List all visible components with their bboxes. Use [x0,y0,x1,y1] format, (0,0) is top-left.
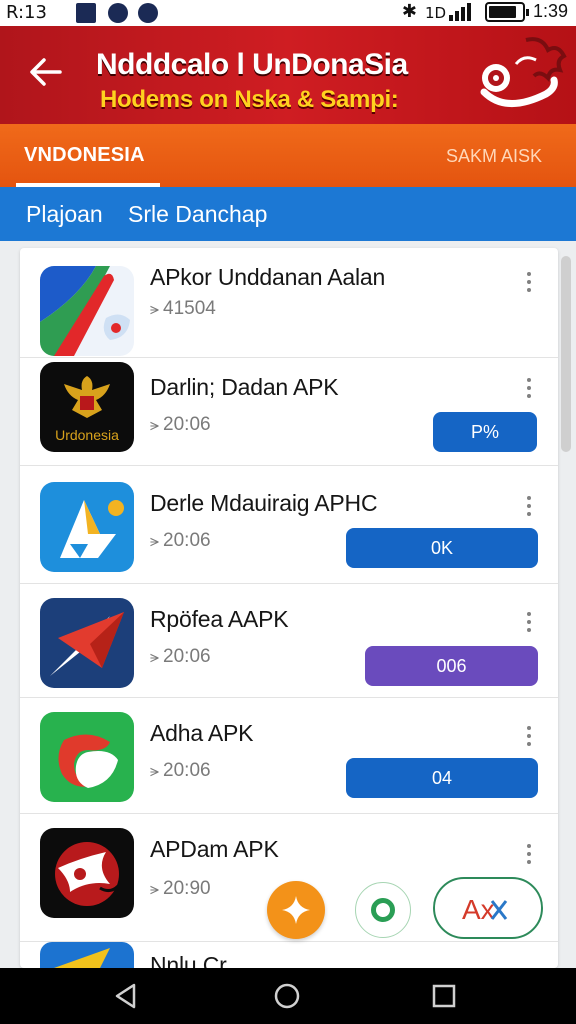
status-right: ✱ 1D 1:39 [402,1,568,22]
more-options-icon[interactable] [526,496,532,518]
blue-arrow-partial-icon [40,942,134,968]
app-meta: ⪫ 20:06 [150,530,211,551]
tag-icon: ⪫ [150,299,160,318]
purple-action-button[interactable]: 006 [365,646,538,686]
ring-icon [371,898,395,922]
notification-circle-icon [108,3,128,23]
star-icon [282,896,310,924]
list-item[interactable]: Adha APK ⪫ 20:06 04 [20,698,558,814]
blue-action-button[interactable]: 04 [346,758,538,798]
blue-triangle-app-icon [40,482,134,572]
tag-icon: ⪫ [150,415,160,434]
list-item[interactable]: APkor Unddanan Aalan ⪫ 41504 [20,248,558,358]
install-button[interactable]: P% [433,412,537,452]
app-meta: ⪫ 20:06 [150,414,211,435]
app-list: APkor Unddanan Aalan ⪫ 41504 Urdonesia Da… [20,248,558,968]
system-nav-bar [0,968,576,1024]
app-name: Adha APK [150,720,254,746]
more-options-icon[interactable] [526,844,532,866]
red-arrow-blue-app-icon [40,266,134,356]
star-fab-button[interactable] [267,881,325,939]
garuda-indonesia-icon: Urdonesia [40,362,134,452]
banner-subtitle: Hodems on Nska & Sampi: [100,86,399,113]
nav-back-icon[interactable] [112,982,140,1010]
list-item[interactable]: Nnlu Cr [20,942,558,968]
bluetooth-icon: ✱ [401,1,417,21]
tag-icon: ⪫ [150,647,160,666]
banner-title: Ndddcalo l UnDonaSia [96,48,408,81]
notification-check-icon [138,3,158,23]
status-left-text: R:13 [6,2,47,23]
tab-bar: VNDONESIA SAKM AISK [0,124,576,187]
app-meta: ⪫ 20:90 [150,878,211,899]
notification-square-icon [76,3,96,23]
svg-text:Ax: Ax [462,894,495,925]
app-meta: ⪫ 20:06 [150,760,211,781]
status-bar: R:13 ✱ 1D 1:39 [0,0,576,26]
app-name: Derle Mdauiraig APHC [150,490,378,516]
ok-button[interactable]: 0K [346,528,538,568]
subnav-item-2[interactable]: Srle Danchap [128,201,267,228]
back-arrow-icon[interactable] [26,52,66,92]
header-banner: Ndddcalo l UnDonaSia Hodems on Nska & Sa… [0,26,576,124]
tag-icon: ⪫ [150,531,160,550]
tab-indonesia[interactable]: VNDONESIA [24,144,145,167]
tag-icon: ⪫ [150,879,160,898]
scrollbar[interactable] [561,256,571,452]
signal-icon: 1D [425,2,471,22]
icon-label: Urdonesia [55,427,119,443]
app-name: Nnlu Cr [150,952,227,968]
battery-icon [484,1,529,22]
app-name: Darlin; Dadan APK [150,374,339,400]
translate-pill-button[interactable]: Ax [433,877,543,939]
subnav-item-1[interactable]: Plajoan [26,201,103,228]
tag-icon: ⪫ [150,761,160,780]
red-mask-emblem-icon [40,828,134,918]
app-name: APkor Unddanan Aalan [150,264,386,290]
sub-navigation: Plajoan Srle Danchap [0,187,576,241]
app-name: APDam APK [150,836,279,862]
text-ax-icon: Ax [462,894,508,925]
app-screen: R:13 ✱ 1D 1:39 Ndddcalo l UnDonaSia Hode… [0,0,576,1024]
app-meta: ⪫ 41504 [150,298,216,319]
more-options-icon[interactable] [526,726,532,748]
nav-recents-icon[interactable] [430,982,458,1010]
more-options-icon[interactable] [526,612,532,634]
list-item[interactable]: Urdonesia Darlin; Dadan APK ⪫ 20:06 P% [20,358,558,466]
ring-fab-button[interactable] [355,882,411,938]
app-name: Rpöfea AAPK [150,606,289,632]
list-item[interactable]: Rpöfea AAPK ⪫ 20:06 006 [20,584,558,698]
red-paper-plane-icon [40,598,134,688]
list-item[interactable]: Derle Mdauiraig APHC ⪫ 20:06 0K [20,466,558,584]
status-time: 1:39 [532,1,568,21]
app-meta: ⪫ 20:06 [150,646,211,667]
tab-secondary[interactable]: SAKM AISK [446,146,542,167]
more-options-icon[interactable] [526,378,532,400]
more-options-icon[interactable] [526,272,532,294]
nav-home-icon[interactable] [273,982,301,1010]
green-red-swirl-icon [40,712,134,802]
garuda-mascot-icon [480,37,567,107]
svg-text:1D: 1D [425,4,446,22]
